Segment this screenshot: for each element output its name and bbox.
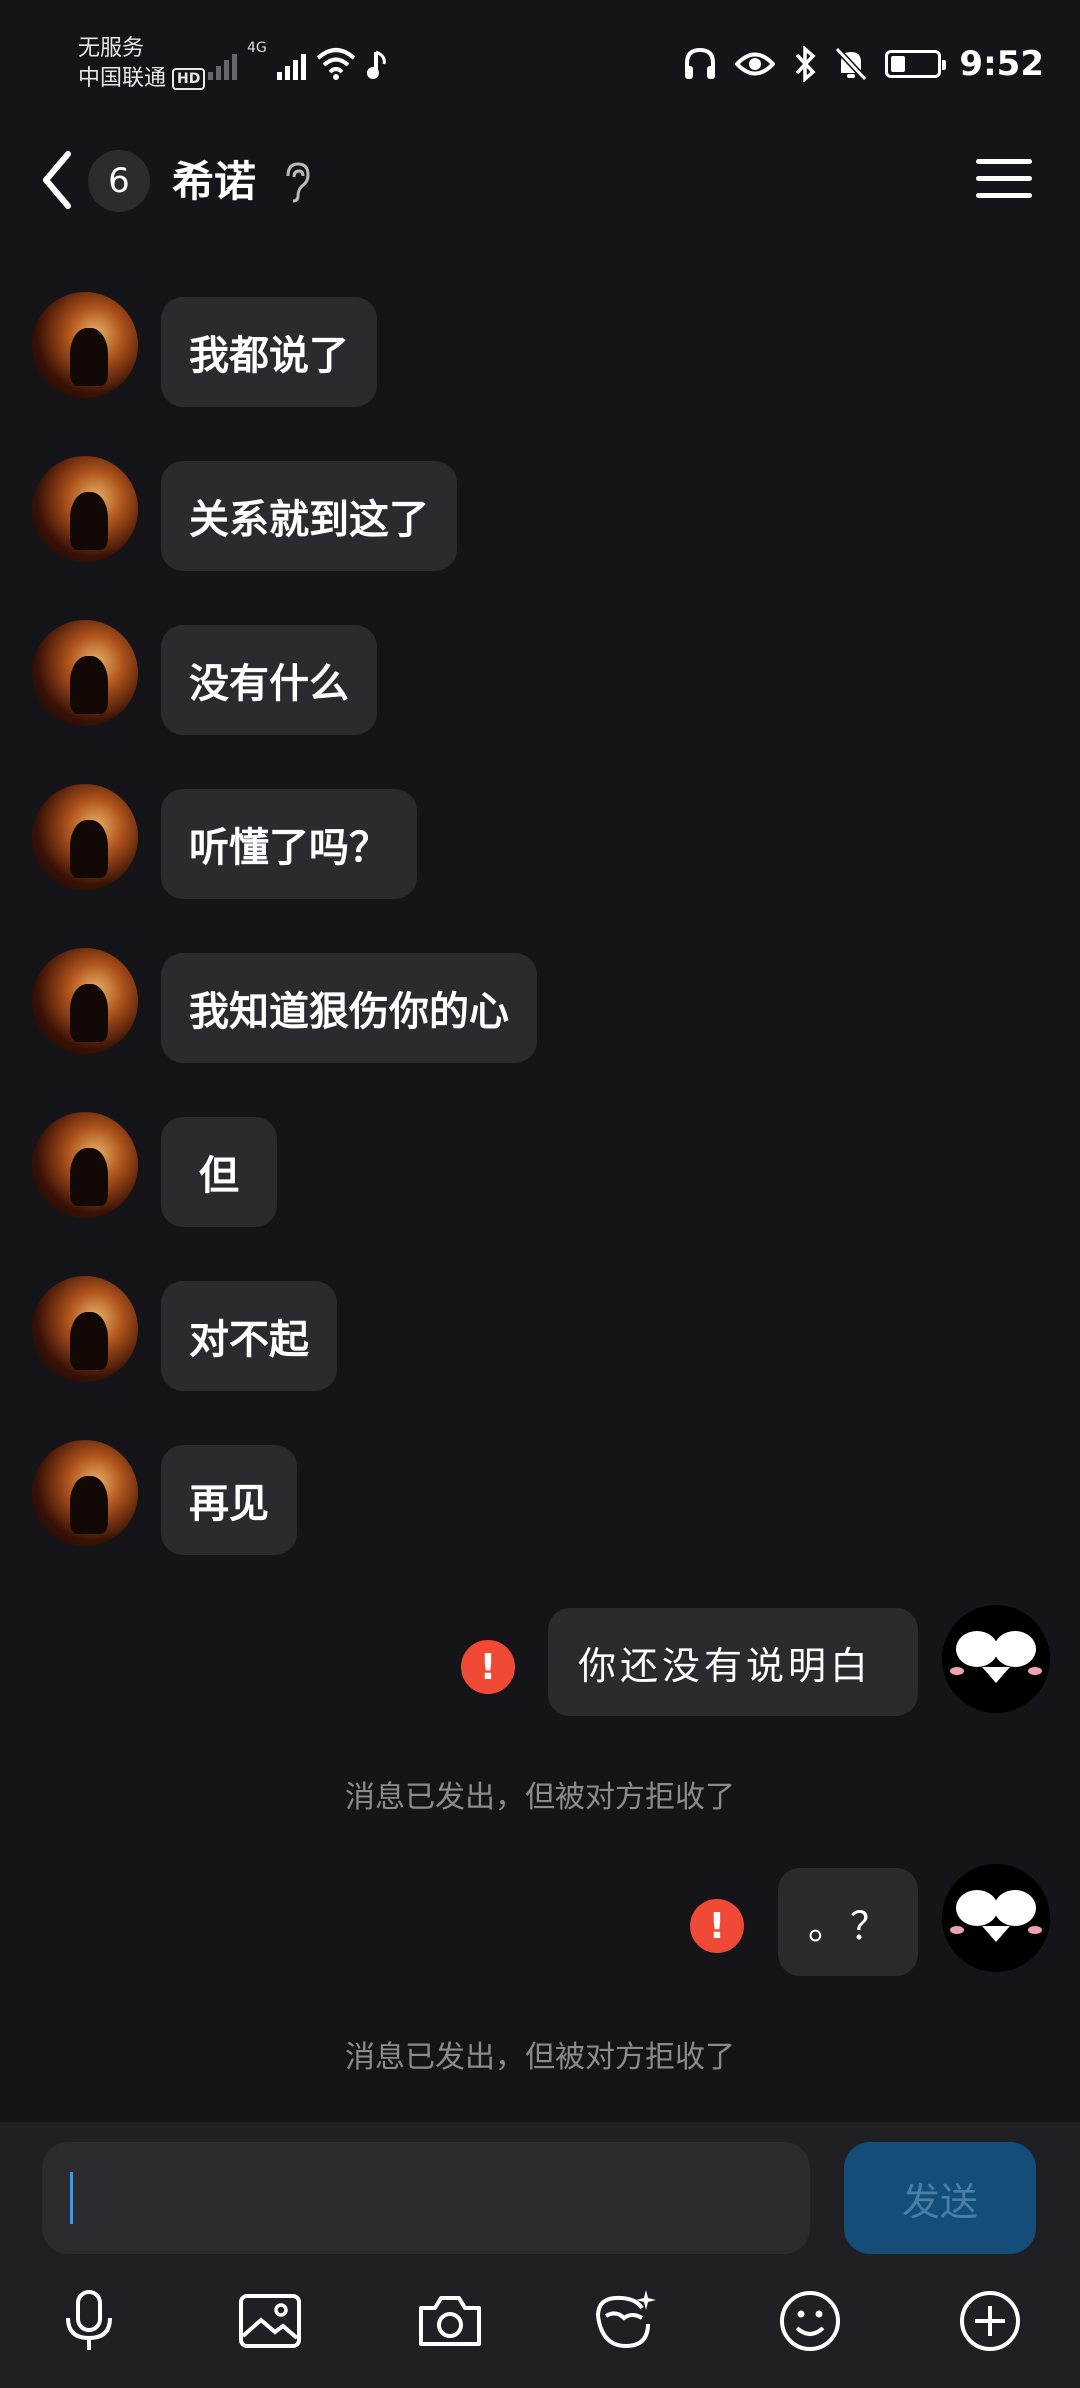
message-bubble-outgoing[interactable]: 你还没有说明白	[548, 1608, 918, 1716]
carrier-info: 无服务 中国联通 HD	[78, 34, 206, 94]
contact-avatar[interactable]	[32, 784, 138, 890]
contact-avatar[interactable]	[32, 456, 138, 562]
carrier-line2: 中国联通	[78, 66, 167, 91]
sticker-icon[interactable]	[590, 2286, 660, 2356]
image-icon[interactable]	[235, 2286, 305, 2356]
message-bubble-incoming[interactable]: 我知道狠伤你的心	[161, 953, 537, 1063]
send-failed-icon[interactable]: !	[690, 1899, 744, 1953]
contact-avatar[interactable]	[32, 620, 138, 726]
message-bubble-incoming[interactable]: 没有什么	[161, 625, 377, 735]
contact-avatar[interactable]	[32, 292, 138, 398]
send-button[interactable]: 发送	[844, 2142, 1036, 2254]
back-arrow-icon[interactable]	[36, 140, 80, 220]
contact-avatar[interactable]	[32, 1440, 138, 1546]
signal-indicators: 4G	[208, 40, 390, 80]
carrier-line1: 无服务	[78, 36, 145, 61]
my-avatar[interactable]	[942, 1864, 1050, 1972]
menu-icon[interactable]	[976, 146, 1032, 210]
clock: 9:52	[959, 44, 1044, 84]
hd-badge: HD	[172, 68, 206, 90]
message-input[interactable]	[42, 2142, 810, 2254]
headphones-icon	[685, 47, 716, 79]
contact-avatar[interactable]	[32, 1112, 138, 1218]
message-bubble-incoming[interactable]: 我都说了	[161, 297, 377, 407]
rejected-notice: 消息已发出，但被对方拒收了	[345, 1780, 735, 1815]
message-bubble-outgoing[interactable]: 。？	[778, 1868, 918, 1976]
plus-circle-icon[interactable]	[955, 2286, 1025, 2356]
contact-name[interactable]: 希诺	[172, 142, 256, 222]
system-icons: 9:52	[683, 40, 1044, 88]
music-icon	[366, 50, 386, 79]
ear-icon[interactable]	[282, 160, 312, 204]
text-cursor	[70, 2172, 73, 2224]
signal-icon-sim1	[208, 44, 237, 80]
composer-toolbar	[0, 2272, 1080, 2372]
my-avatar[interactable]	[942, 1605, 1050, 1713]
battery-icon	[885, 50, 947, 78]
rejected-notice: 消息已发出，但被对方拒收了	[345, 2040, 735, 2075]
chat-header: 6 希诺	[0, 130, 1080, 230]
message-bubble-incoming[interactable]: 但	[161, 1117, 277, 1227]
send-failed-icon[interactable]: !	[461, 1640, 515, 1694]
camera-icon[interactable]	[415, 2286, 485, 2356]
emoji-icon[interactable]	[775, 2286, 845, 2356]
network-type-label: 4G	[247, 40, 267, 56]
contact-avatar[interactable]	[32, 948, 138, 1054]
message-bubble-incoming[interactable]: 关系就到这了	[161, 461, 457, 571]
eye-icon	[735, 52, 776, 76]
bluetooth-icon	[796, 46, 816, 82]
status-bar: 无服务 中国联通 HD 4G 9:52	[0, 0, 1080, 130]
microphone-icon[interactable]	[54, 2286, 124, 2356]
message-bubble-incoming[interactable]: 对不起	[161, 1281, 337, 1391]
unread-count-badge[interactable]: 6	[88, 150, 150, 212]
message-bubble-incoming[interactable]: 听懂了吗？	[161, 789, 417, 899]
wifi-icon	[316, 48, 356, 80]
bell-muted-icon	[835, 47, 868, 81]
signal-icon-sim2	[276, 44, 306, 80]
contact-avatar[interactable]	[32, 1276, 138, 1382]
message-bubble-incoming[interactable]: 再见	[161, 1445, 297, 1555]
composer: 发送	[0, 2122, 1080, 2388]
